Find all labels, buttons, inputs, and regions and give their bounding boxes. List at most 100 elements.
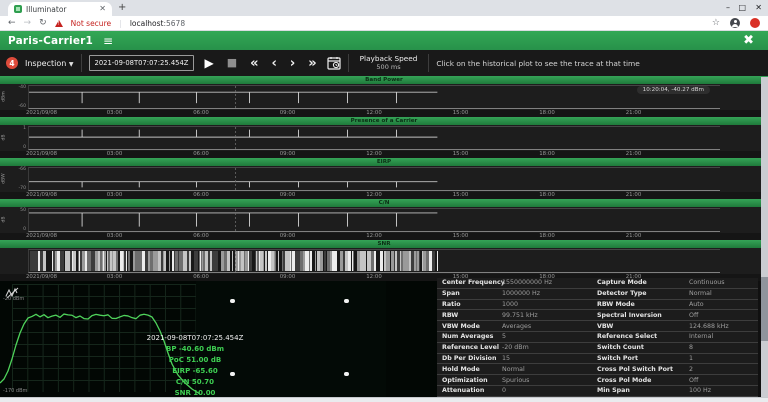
x-tick-label: 12:00 — [366, 151, 382, 157]
x-tick-label: 18:00 — [539, 110, 555, 116]
stop-button[interactable]: ■ — [224, 57, 240, 69]
x-tick-label: 09:00 — [280, 192, 296, 198]
table-row: Num Averages5Reference SelectInternal — [437, 332, 758, 343]
x-tick-label: 15:00 — [453, 151, 469, 157]
table-row: Ratio1000RBW ModeAuto — [437, 300, 758, 311]
plot-canvas[interactable] — [28, 167, 720, 191]
history-plot-presence-of-a-carrier[interactable]: Presence of a Carrier dB 1 0 2021/09/080… — [0, 117, 768, 158]
marker-dot — [344, 372, 349, 376]
profile-icon[interactable] — [730, 18, 740, 28]
forward-icon[interactable]: → — [24, 18, 32, 28]
favicon-icon — [14, 5, 22, 13]
chevron-down-icon: ▼ — [69, 61, 74, 68]
marker-dot — [230, 372, 235, 376]
browser-addressbar[interactable]: ← → ↻ Not secure | localhost:5678 ☆ — [0, 16, 768, 31]
scrollbar-thumb[interactable] — [761, 277, 768, 341]
x-tick-label: 21:00 — [626, 151, 642, 157]
setting-value: Averages — [502, 323, 597, 330]
setting-value: Normal — [689, 290, 758, 297]
playback-speed-control[interactable]: Playback Speed 500 ms — [356, 55, 422, 71]
mode-dropdown[interactable]: Inspection ▼ — [25, 59, 74, 68]
y-axis-unit: dBW — [2, 171, 7, 187]
calendar-clock-icon[interactable] — [327, 56, 341, 70]
not-secure-warning-icon[interactable] — [55, 20, 63, 27]
setting-value: 124.688 kHz — [689, 323, 758, 330]
window-maximize-icon[interactable]: □ — [738, 3, 746, 12]
setting-value: 5 — [502, 333, 597, 340]
setting-label: Num Averages — [442, 333, 502, 340]
plot-title: SNR — [0, 240, 768, 248]
playback-speed-value: 500 ms — [360, 63, 418, 71]
x-tick-label: 03:00 — [107, 274, 123, 280]
step-back-button[interactable]: ‹ — [269, 56, 280, 71]
new-tab-button[interactable]: + — [118, 2, 126, 13]
y-tick: -66 — [8, 167, 26, 172]
plot-canvas[interactable] — [28, 85, 720, 109]
table-row: Span1000000 HzDetector TypeNormal — [437, 289, 758, 300]
refresh-icon[interactable]: ↻ — [39, 18, 47, 28]
x-tick-label: 03:00 — [107, 110, 123, 116]
x-tick-label: 09:00 — [280, 110, 296, 116]
window-minimize-icon[interactable]: – — [726, 3, 730, 12]
setting-label: RBW Mode — [597, 301, 689, 308]
spectrum-panel: -20 dBm -170 dBm 2021-09-08T07:07:25.454… — [0, 281, 437, 397]
table-row: OptimizationSpuriousCross Pol ModeOff — [437, 375, 758, 386]
window-close-icon[interactable]: ✕ — [755, 3, 762, 12]
history-plot-band-power[interactable]: Band Power dBm -40 -60 10:20:04, -40.27 … — [0, 76, 768, 117]
browser-tab[interactable]: Illuminator ✕ — [8, 2, 112, 16]
skip-end-button[interactable]: » — [305, 56, 319, 71]
x-tick-label: 2021/09/08 — [26, 110, 57, 116]
setting-value: Spurious — [502, 377, 597, 384]
vertical-scrollbar[interactable] — [761, 77, 768, 397]
browser-tabstrip: Illuminator ✕ + – □ ✕ — [0, 0, 768, 16]
bookmark-star-icon[interactable]: ☆ — [712, 18, 720, 28]
browser-update-icon[interactable] — [750, 18, 760, 28]
setting-value: Continuous — [689, 279, 758, 286]
x-tick-label: 21:00 — [626, 192, 642, 198]
table-row: VBW ModeAveragesVBW124.688 kHz — [437, 321, 758, 332]
plot-canvas[interactable] — [28, 249, 720, 273]
setting-label: Db Per Division — [442, 355, 502, 362]
skip-start-button[interactable]: « — [247, 56, 261, 71]
bottom-section: -20 dBm -170 dBm 2021-09-08T07:07:25.454… — [0, 281, 768, 397]
y-axis-unit: dB — [2, 212, 7, 228]
url-host: localhost — [130, 19, 164, 28]
menu-icon[interactable]: ≡ — [103, 36, 113, 46]
history-plot-c-n[interactable]: C/N dB 50 0 2021/09/0803:0006:0009:0012:… — [0, 199, 768, 240]
history-plot-eirp[interactable]: EIRP dBW -66 -70 2021/09/0803:0006:0009:… — [0, 158, 768, 199]
x-tick-label: 06:00 — [193, 192, 209, 198]
setting-label: Center Frequency — [442, 279, 502, 286]
history-plot-snr-waterfall[interactable]: SNR 2021/09/0803:0006:0009:0012:0015:001… — [0, 240, 768, 281]
url-port: :5678 — [163, 19, 185, 28]
not-secure-label: Not secure — [71, 19, 111, 28]
y-axis-unit: dB — [2, 130, 7, 146]
setting-value: Auto — [689, 301, 758, 308]
setting-value: Normal — [502, 366, 597, 373]
plot-canvas[interactable] — [28, 126, 720, 150]
setting-label: Capture Mode — [597, 279, 689, 286]
y-tick: 0 — [8, 227, 26, 232]
timestamp-field[interactable]: 2021-09-08T07:07:25.454Z — [89, 55, 195, 71]
x-tick-label: 03:00 — [107, 233, 123, 239]
table-row: Attenuation0Min Span100 Hz — [437, 386, 758, 397]
step-forward-button[interactable]: › — [287, 56, 298, 71]
measurement-readouts: 2021-09-08T07:07:25.454Z BP -40.60 dBm P… — [110, 333, 280, 399]
play-button[interactable]: ▶ — [201, 57, 216, 69]
playback-speed-label: Playback Speed — [360, 55, 418, 63]
setting-label: Detector Type — [597, 290, 689, 297]
setting-label: Cross Pol Switch Port — [597, 366, 689, 373]
back-icon[interactable]: ← — [8, 18, 16, 28]
x-tick-label: 06:00 — [193, 233, 209, 239]
divider — [428, 54, 429, 72]
tab-close-icon[interactable]: ✕ — [99, 5, 106, 13]
readout-timestamp: 2021-09-08T07:07:25.454Z — [110, 333, 280, 344]
readout-cn: C/N 50.70 — [110, 377, 280, 388]
plot-canvas[interactable] — [28, 208, 720, 232]
x-tick-label: 03:00 — [107, 151, 123, 157]
close-panel-icon[interactable]: ✖ — [743, 33, 754, 48]
url-divider: | — [119, 19, 122, 28]
x-tick-label: 2021/09/08 — [26, 233, 57, 239]
readout-bp: BP -40.60 dBm — [110, 344, 280, 355]
history-plots: Band Power dBm -40 -60 10:20:04, -40.27 … — [0, 76, 768, 281]
setting-label: Ratio — [442, 301, 502, 308]
